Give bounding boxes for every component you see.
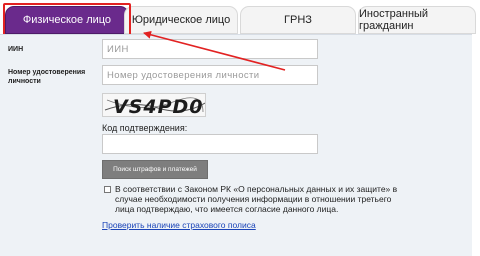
captcha-image: VS4PD0 [102,93,206,117]
id-number-label: Номер удостоверения личности [8,68,85,86]
tab-foreign-citizen[interactable]: Иностранный гражданин [358,6,476,34]
tab-legal-entity-label: Юридическое лицо [131,14,231,26]
tab-grnz[interactable]: ГРНЗ [240,6,356,34]
search-fines-button[interactable]: Поиск штрафов и платежей [102,160,208,179]
captcha-svg: VS4PD0 [104,96,205,117]
id-number-input[interactable] [102,65,318,85]
id-number-label-line1: Номер удостоверения [8,69,86,76]
tab-bar: Физическое лицо Юридическое лицо ГРНЗ Ин… [0,0,480,36]
tab-individual-label: Физическое лицо [22,14,112,26]
tab-foreign-citizen-label: Иностранный гражданин [359,8,429,32]
consent-text: В соответствии с Законом РК «О персональ… [115,184,398,214]
tab-legal-entity[interactable]: Юридическое лицо [124,6,238,34]
tab-grnz-label: ГРНЗ [284,14,312,26]
insurance-policy-link[interactable]: Проверить наличие страхового полиса [102,220,256,230]
id-number-label-line2: личности [8,78,41,85]
confirmation-code-input[interactable] [102,134,318,154]
consent-checkbox[interactable] [104,186,111,193]
iin-input[interactable] [102,39,318,59]
iin-label: ИИН [8,46,24,53]
confirmation-code-label: Код подтверждения: [102,123,188,133]
tab-individual[interactable]: Физическое лицо [5,6,129,34]
captcha-text: VS4PD0 [113,96,204,117]
